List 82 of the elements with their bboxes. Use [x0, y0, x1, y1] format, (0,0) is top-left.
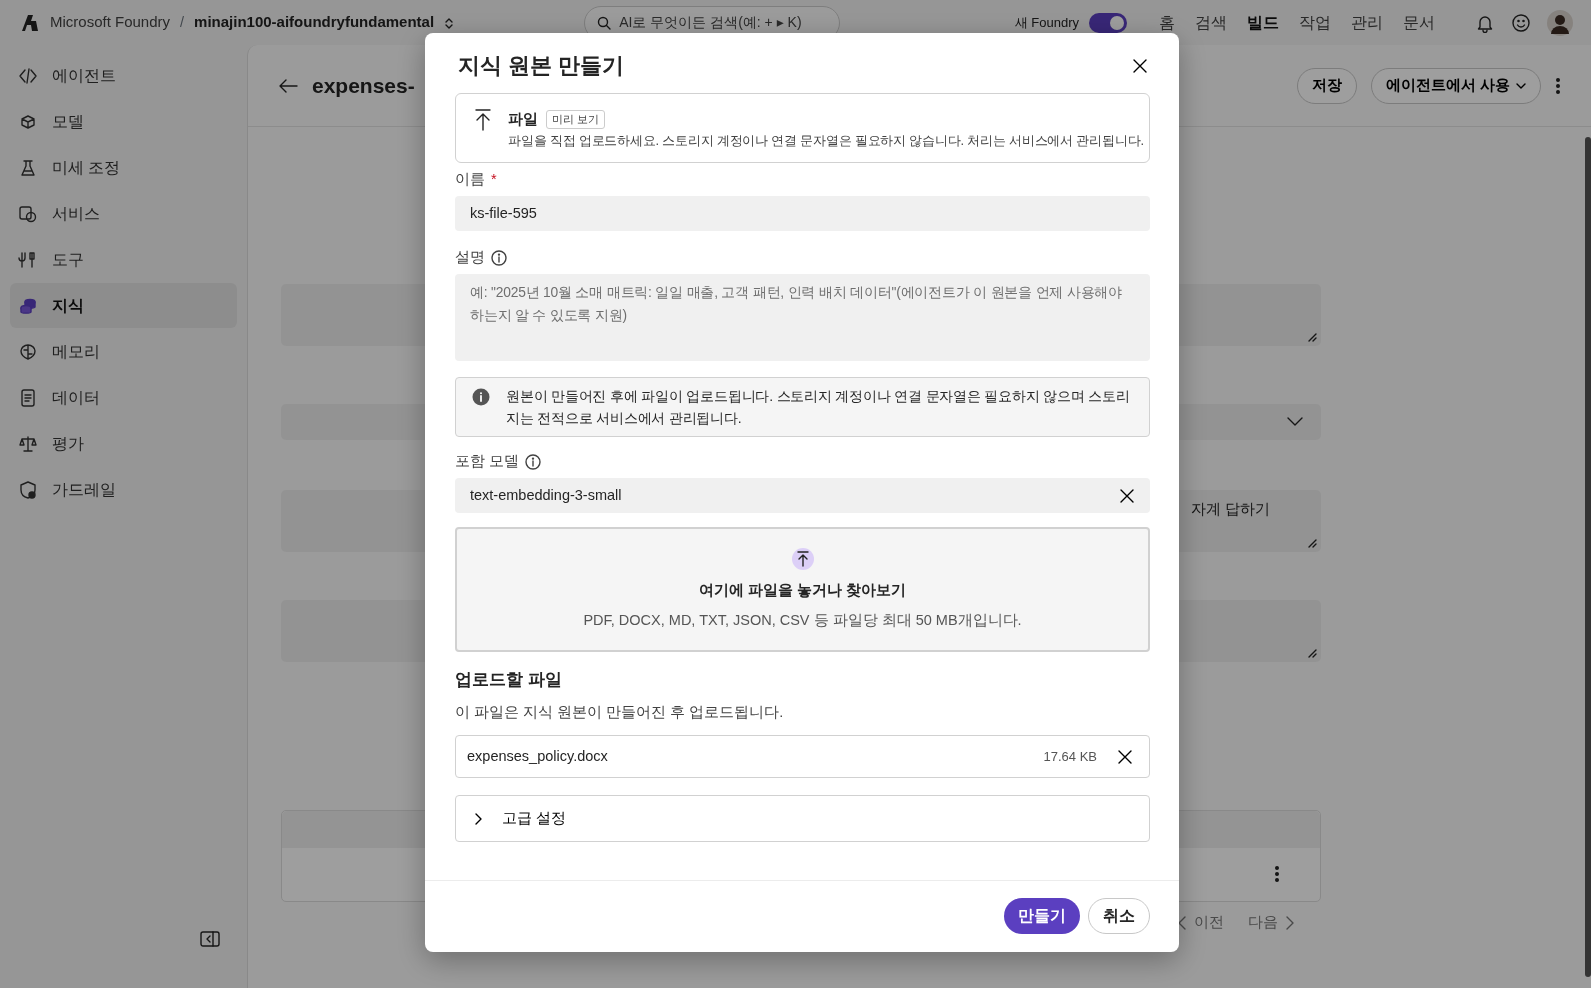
field-label: 이름: [455, 170, 485, 190]
search-icon: [597, 15, 612, 30]
nav-link[interactable]: 검색: [1189, 10, 1233, 35]
description-field[interactable]: 예: "2025년 10월 소매 매트릭: 일일 매출, 고객 패턴, 인력 배치 데이터"(에이전트가 이 원본을 언제 사용해야 하는지 알 수 있도록 지원): [455, 273, 1150, 361]
create-button[interactable]: 만들기: [1004, 898, 1080, 934]
sidebar-item[interactable]: 데이터: [10, 375, 237, 420]
info-icon[interactable]: [491, 249, 507, 266]
breadcrumb-separator: /: [180, 12, 185, 32]
file-name: expenses_policy.docx: [467, 746, 609, 766]
sidebar-item[interactable]: 평가: [10, 421, 237, 466]
field-label: 포함 모델: [455, 452, 520, 472]
cancel-button[interactable]: 취소: [1088, 898, 1150, 934]
next-page-link[interactable]: 다음: [1248, 912, 1294, 934]
resize-grip-icon: [1308, 649, 1317, 658]
source-description: 파일을 직접 업로드하세요. 스토리지 계정이나 연결 문자열은 필요하지 않습니다. 처리는 서비스에서 관리됩니다.: [508, 131, 1144, 150]
dropzone-hint: PDF, DOCX, MD, TXT, JSON, CSV 등 파일당 최대 50 MB개입니다.: [583, 610, 1022, 630]
sidebar-item[interactable]: 미세 조정: [10, 145, 237, 190]
source-title: 파일: [508, 109, 538, 130]
collapse-panel-icon[interactable]: [200, 930, 220, 948]
sidebar-item[interactable]: 도구: [10, 237, 237, 282]
toggle-label: 새 Foundry: [1014, 13, 1079, 32]
close-icon: [1117, 748, 1133, 765]
back-arrow-icon[interactable]: [278, 77, 298, 94]
avatar-icon[interactable]: [1547, 9, 1573, 36]
brain-icon: [18, 341, 38, 362]
window-icon: [18, 203, 38, 224]
nav-link[interactable]: 작업: [1293, 10, 1337, 35]
sidebar-item[interactable]: 지식: [10, 283, 237, 328]
nav-link[interactable]: 홈: [1153, 10, 1181, 35]
brand-name[interactable]: Microsoft Foundry: [50, 11, 171, 34]
tools-icon: [18, 249, 38, 270]
upload-icon: [474, 108, 492, 133]
smiley-icon[interactable]: [1511, 12, 1531, 33]
file-dropzone[interactable]: 여기에 파일을 놓거나 찾아보기 PDF, DOCX, MD, TXT, JSON, CSV 등 파일당 최대 50 MB개입니다.: [455, 527, 1150, 653]
nav-link[interactable]: 문서: [1397, 10, 1441, 35]
chevron-updown-icon[interactable]: [444, 16, 455, 29]
close-icon: [1119, 487, 1135, 504]
logo-icon: [20, 12, 40, 33]
project-name[interactable]: minajin100-aifoundryfundamental: [194, 11, 435, 34]
section-note: 이 파일은 지식 원본이 만들어진 후 업로드됩니다.: [455, 703, 785, 723]
file-size: 17.64 KB: [1043, 747, 1097, 766]
use-in-agent-button[interactable]: 에이전트에서 사용: [1370, 67, 1541, 104]
document-icon: [18, 387, 38, 408]
page-title: expenses-: [312, 72, 415, 99]
sidebar-item[interactable]: 가드레일: [10, 467, 237, 512]
toggle-switch[interactable]: [1089, 12, 1127, 33]
field-label: 설명: [455, 247, 485, 267]
resize-grip-icon: [1308, 539, 1317, 548]
nav-link[interactable]: 빌드: [1241, 10, 1285, 35]
shield-icon: [18, 479, 38, 500]
scrollbar[interactable]: [1585, 137, 1591, 977]
clear-button[interactable]: [1119, 487, 1135, 504]
info-icon[interactable]: [525, 454, 542, 471]
scale-icon: [18, 433, 38, 454]
chevron-right-icon: [1286, 915, 1294, 930]
save-button[interactable]: 저장: [1296, 67, 1357, 104]
resize-grip-icon: [1308, 333, 1317, 342]
info-text: 원본이 만들어진 후에 파일이 업로드됩니다. 스토리지 계정이나 연결 문자열은 필요하지 않으며 스토리지는 전적으로 서비스에서 관리됩니다.: [506, 387, 1131, 429]
section-heading: 업로드할 파일: [455, 670, 563, 691]
info-icon: [472, 388, 490, 407]
dialog-title: 지식 원본 만들기: [458, 53, 625, 80]
sidebar-item[interactable]: 모델: [10, 99, 237, 144]
chevron-down-icon: [1516, 81, 1526, 90]
sidebar-item[interactable]: 서비스: [10, 191, 237, 236]
remove-file-button[interactable]: [1117, 748, 1133, 765]
upload-icon: [790, 547, 815, 572]
flask-icon: [18, 157, 38, 178]
more-icon[interactable]: [1555, 76, 1561, 95]
embedding-model-field[interactable]: text-embedding-3-small: [455, 478, 1150, 514]
preview-tag: 미리 보기: [546, 110, 606, 129]
chevron-down-icon: [1287, 417, 1303, 427]
source-type-card[interactable]: 파일 미리 보기 파일을 직접 업로드하세요. 스토리지 계정이나 연결 문자열은 필요하지 않습니다. 처리는 서비스에서 관리됩니다.: [455, 93, 1150, 164]
code-icon: [18, 65, 38, 86]
dropzone-title: 여기에 파일을 놓거나 찾아보기: [698, 580, 907, 601]
more-icon[interactable]: [1274, 865, 1280, 883]
advanced-settings-toggle[interactable]: 고급 설정: [455, 795, 1150, 843]
name-field[interactable]: ks-file-595: [455, 195, 1150, 231]
field-text: 자계 답하기: [1191, 499, 1271, 519]
nav-link[interactable]: 관리: [1345, 10, 1389, 35]
sidebar-item[interactable]: 에이전트: [10, 53, 237, 98]
required-mark: *: [491, 170, 497, 190]
sidebar-item[interactable]: 메모리: [10, 329, 237, 374]
